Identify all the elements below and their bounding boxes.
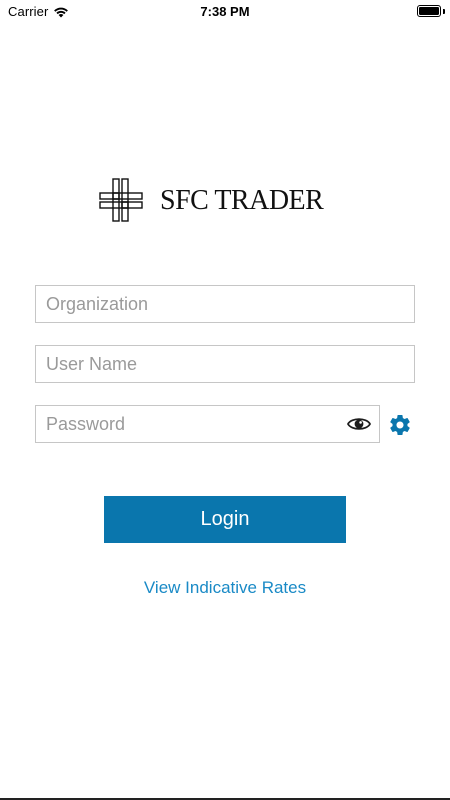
app-logo: SFC TRADER	[98, 178, 358, 224]
eye-icon[interactable]	[347, 415, 371, 433]
login-button[interactable]: Login	[104, 496, 346, 543]
gear-icon[interactable]	[388, 413, 412, 437]
password-input[interactable]	[35, 405, 380, 443]
battery-tip	[443, 9, 445, 14]
organization-input[interactable]	[35, 285, 415, 323]
battery-icon	[417, 5, 441, 17]
cross-logo-icon	[99, 178, 143, 222]
status-time: 7:38 PM	[200, 4, 250, 19]
battery-level	[419, 7, 439, 15]
username-input[interactable]	[35, 345, 415, 383]
view-indicative-rates-link[interactable]: View Indicative Rates	[0, 578, 450, 598]
login-screen: Carrier 7:38 PM SFC TRADER Organization …	[0, 0, 450, 800]
password-group	[35, 405, 380, 443]
status-bar: Carrier 7:38 PM	[0, 0, 450, 24]
logo-text: SFC TRADER	[160, 185, 324, 216]
